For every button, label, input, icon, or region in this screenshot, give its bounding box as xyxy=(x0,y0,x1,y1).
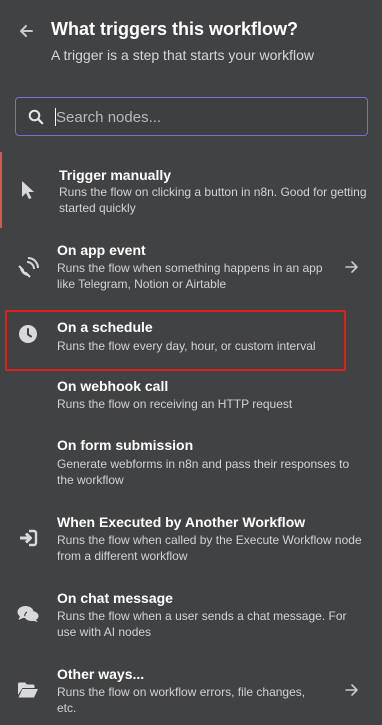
option-description: Runs the flow on receiving an HTTP reque… xyxy=(57,397,293,411)
search-input[interactable] xyxy=(56,106,356,128)
trigger-option-schedule[interactable]: On a schedule Runs the flow every day, h… xyxy=(0,304,382,376)
trigger-option-webhook[interactable]: On webhook call Runs the flow on receivi… xyxy=(0,376,382,426)
option-description: Runs the flow every day, hour, or custom… xyxy=(57,339,316,353)
option-description: Runs the flow when something happens in … xyxy=(57,261,323,291)
option-title: When Executed by Another Workflow xyxy=(57,514,306,530)
chat-bubbles-icon xyxy=(16,602,40,626)
text-cursor xyxy=(55,108,56,126)
satellite-dish-icon xyxy=(16,256,40,280)
arrow-left-icon xyxy=(20,25,33,37)
search-box[interactable] xyxy=(15,97,368,136)
page-subtitle: A trigger is a step that starts your wor… xyxy=(51,47,314,63)
trigger-option-form[interactable]: On form submission Generate webforms in … xyxy=(0,426,382,502)
option-title: On form submission xyxy=(57,437,194,453)
trigger-option-execute-workflow[interactable]: When Executed by Another Workflow Runs t… xyxy=(0,502,382,578)
option-title: On chat message xyxy=(57,590,173,606)
option-title: On a schedule xyxy=(57,319,153,335)
folder-open-icon xyxy=(16,678,40,702)
search-icon xyxy=(28,109,44,125)
option-title: On webhook call xyxy=(57,378,169,394)
clock-icon xyxy=(16,322,40,346)
trigger-option-manual[interactable]: Trigger manually Runs the flow on clicki… xyxy=(0,152,382,228)
panel-header: What triggers this workflow? A trigger i… xyxy=(0,0,382,90)
option-title: Trigger manually xyxy=(59,167,172,183)
sign-in-icon xyxy=(16,526,40,550)
trigger-option-app-event[interactable]: On app event Runs the flow when somethin… xyxy=(0,228,382,304)
page-title: What triggers this workflow? xyxy=(51,19,299,39)
option-title: On app event xyxy=(57,242,146,258)
arrow-right-icon xyxy=(345,261,358,273)
cursor-icon xyxy=(16,178,40,202)
option-description: Runs the flow when a user sends a chat m… xyxy=(57,609,347,639)
trigger-option-other[interactable]: Other ways... Runs the flow on workflow … xyxy=(0,654,382,725)
back-button[interactable] xyxy=(14,19,38,43)
option-title: Other ways... xyxy=(57,666,145,682)
option-description: Runs the flow on clicking a button in n8… xyxy=(59,185,367,215)
option-description: Generate webforms in n8n and pass their … xyxy=(57,457,350,487)
option-description: Runs the flow on workflow errors, file c… xyxy=(57,685,306,715)
trigger-option-chat[interactable]: On chat message Runs the flow when a use… xyxy=(0,578,382,654)
arrow-right-icon xyxy=(345,684,358,696)
option-description: Runs the flow when called by the Execute… xyxy=(57,533,362,563)
